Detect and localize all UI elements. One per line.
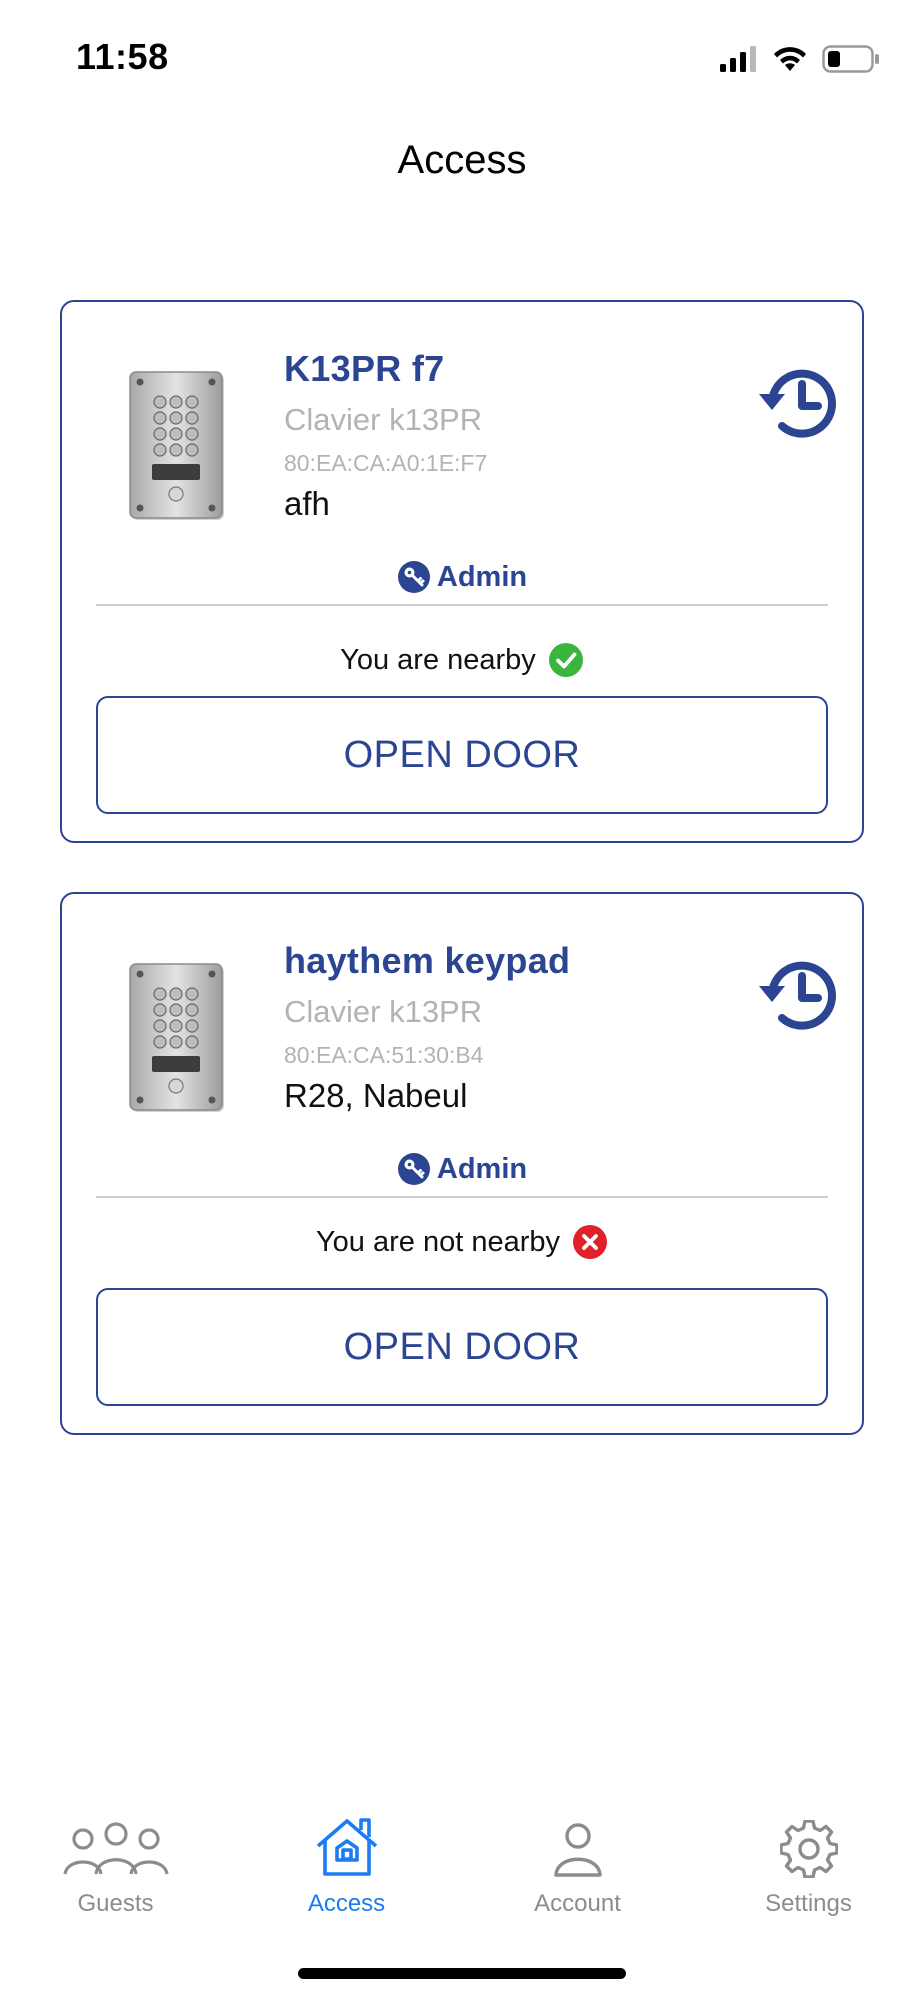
device-model: Clavier k13PR — [284, 994, 483, 1029]
tab-access[interactable]: Access — [231, 1808, 462, 1928]
key-icon — [397, 1153, 430, 1185]
signal-icon — [720, 46, 756, 72]
role-badge: Admin — [62, 560, 862, 594]
wifi-icon — [774, 47, 806, 71]
device-location: afh — [284, 485, 330, 522]
gear-icon — [779, 1820, 838, 1878]
keypad-device-image — [129, 371, 224, 520]
battery-icon — [822, 45, 879, 73]
open-door-button[interactable]: OPEN DOOR — [96, 696, 828, 814]
open-door-label: OPEN DOOR — [343, 1325, 581, 1368]
device-mac-address: 80:EA:CA:51:30:B4 — [284, 1042, 484, 1068]
device-name: K13PR f7 — [284, 348, 445, 389]
key-icon — [397, 561, 430, 593]
device-name: haythem keypad — [284, 940, 571, 981]
device-card: K13PR f7 Clavier k13PR 80:EA:CA:A0:1E:F7… — [60, 300, 864, 843]
tab-label: Account — [534, 1890, 621, 1917]
divider — [96, 1196, 828, 1198]
home-indicator — [298, 1968, 626, 1979]
device-mac-address: 80:EA:CA:A0:1E:F7 — [284, 450, 488, 476]
status-bar: 11:58 — [0, 0, 924, 110]
history-icon[interactable] — [756, 952, 842, 1038]
device-card: haythem keypad Clavier k13PR 80:EA:CA:51… — [60, 892, 864, 1435]
open-door-label: OPEN DOOR — [343, 733, 581, 776]
tab-guests[interactable]: Guests — [0, 1808, 231, 1928]
page-title: Access — [397, 138, 527, 182]
tab-label: Settings — [765, 1890, 852, 1917]
open-door-button[interactable]: OPEN DOOR — [96, 1288, 828, 1406]
home-icon — [316, 1818, 377, 1876]
role-badge: Admin — [62, 1152, 862, 1186]
guests-icon — [62, 1822, 169, 1875]
proximity-status: You are nearby — [62, 642, 862, 678]
tab-bar: Guests Access Account Settings — [0, 1808, 924, 1928]
device-model: Clavier k13PR — [284, 402, 483, 437]
tab-account[interactable]: Account — [462, 1808, 693, 1928]
check-circle-icon — [548, 643, 583, 677]
error-circle-icon — [573, 1225, 607, 1259]
divider — [96, 604, 828, 606]
tab-settings[interactable]: Settings — [693, 1808, 924, 1928]
keypad-device-image — [129, 963, 224, 1112]
status-time: 11:58 — [76, 36, 169, 77]
history-icon[interactable] — [756, 360, 842, 446]
role-label: Admin — [436, 560, 528, 593]
person-icon — [553, 1823, 602, 1877]
device-location: R28, Nabeul — [284, 1077, 468, 1114]
proximity-text: You are nearby — [340, 643, 536, 676]
proximity-status: You are not nearby — [62, 1224, 862, 1260]
tab-label: Guests — [77, 1890, 154, 1917]
role-label: Admin — [436, 1152, 528, 1185]
tab-label: Access — [307, 1890, 386, 1917]
proximity-text: You are not nearby — [315, 1225, 560, 1258]
status-icons — [720, 42, 880, 76]
